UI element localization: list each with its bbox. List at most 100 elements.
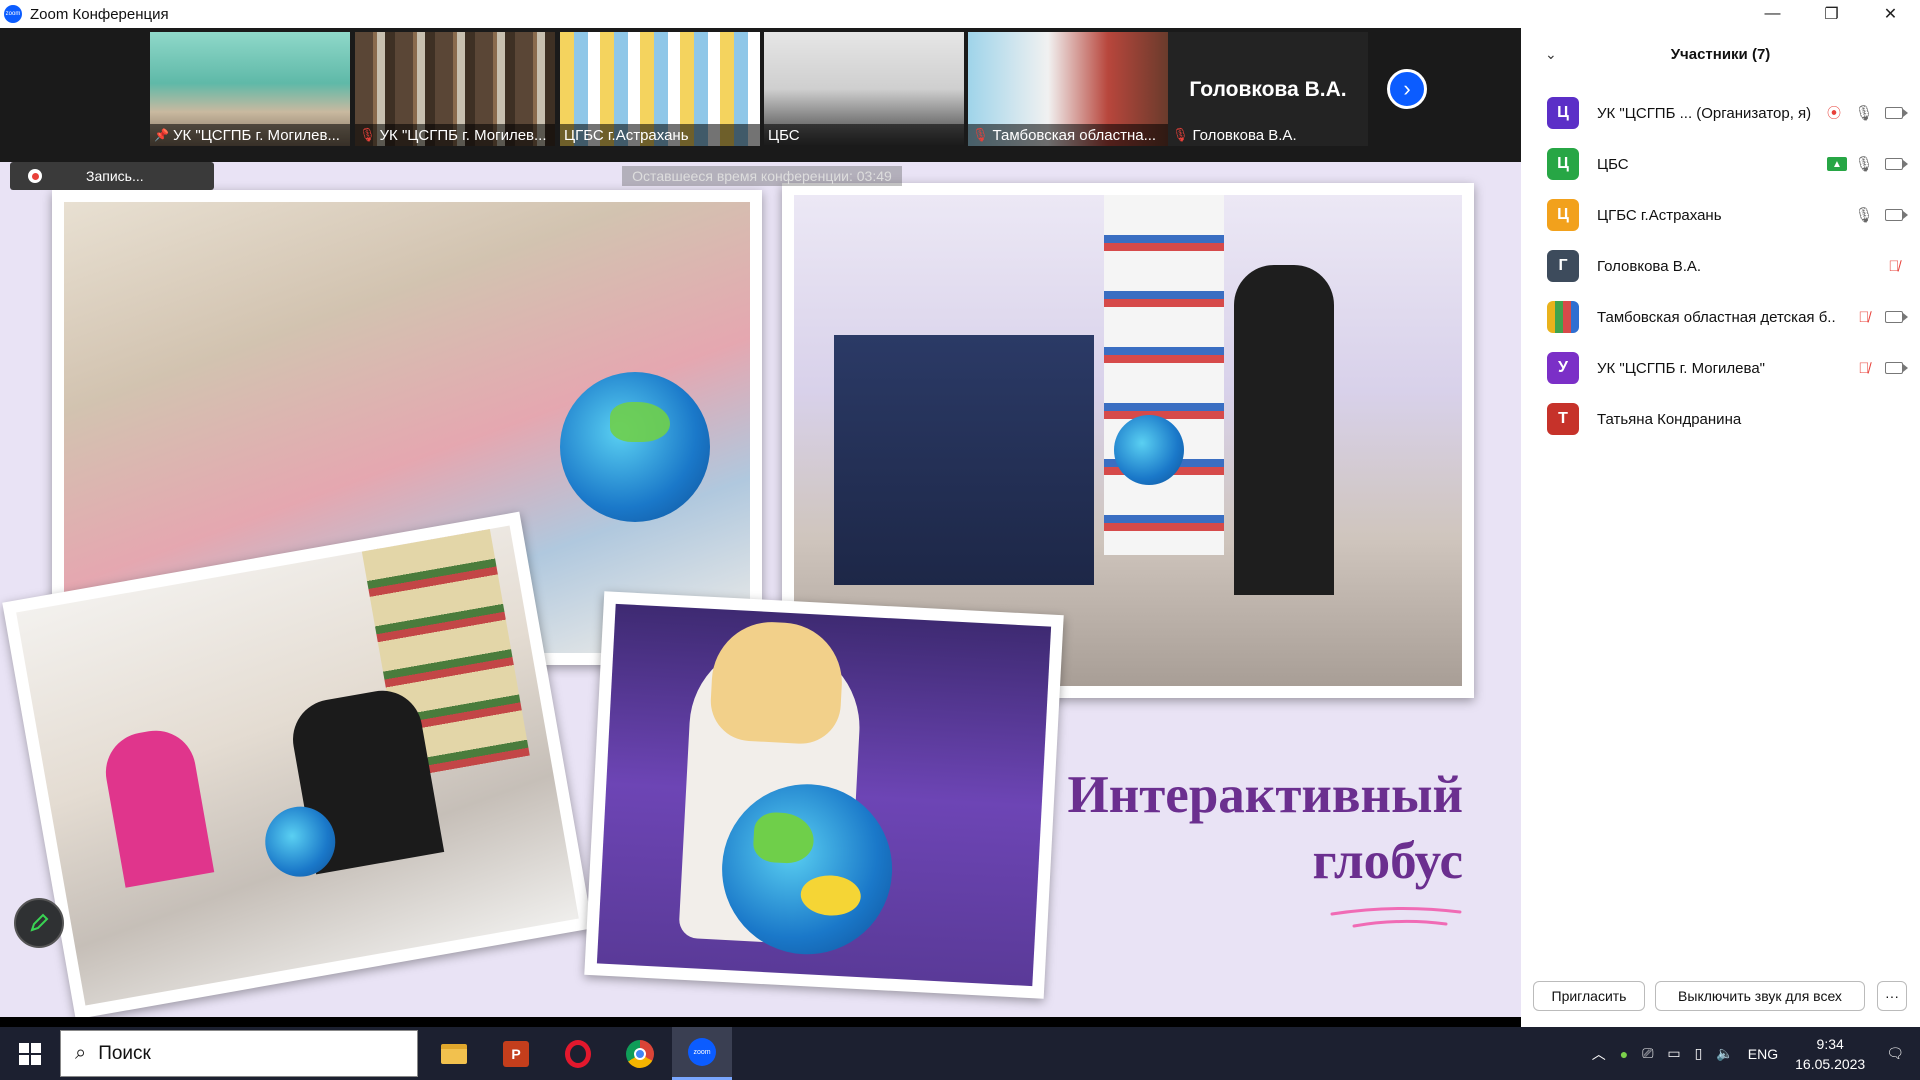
- chevron-right-icon: ›: [1403, 76, 1411, 101]
- camera-icon[interactable]: [1881, 152, 1908, 176]
- avatar: Ц: [1547, 97, 1579, 129]
- slide-photo: [2, 511, 593, 1017]
- video-tile[interactable]: 🎙 УК "ЦСГПБ г. Могилев...: [355, 32, 555, 146]
- camera-icon[interactable]: [1881, 305, 1908, 329]
- clock[interactable]: 9:34 16.05.2023: [1795, 1034, 1865, 1074]
- participant-row[interactable]: Тамбовская областная детская б... 🎙̸: [1547, 297, 1908, 337]
- system-tray: ︿ ● ⎚ ▭ ▯ 🔈 ENG 9:34 16.05.2023 🗨: [1585, 1027, 1920, 1080]
- participant-name: УК "ЦСГПБ ... (Организатор, я): [1597, 104, 1812, 122]
- shared-screen-slide: Интерактивный глобус: [0, 162, 1521, 1017]
- mic-icon[interactable]: 🎙: [1851, 152, 1877, 176]
- mic-icon[interactable]: 🎙: [1851, 203, 1877, 227]
- windows-logo-icon: [19, 1042, 41, 1065]
- participant-row[interactable]: Т Татьяна Кондранина: [1547, 399, 1907, 439]
- language-indicator[interactable]: ENG: [1748, 1046, 1778, 1062]
- participant-name: Головкова В.А.: [1597, 257, 1702, 275]
- minimize-button[interactable]: —: [1743, 0, 1802, 28]
- invite-button[interactable]: Пригласить: [1533, 981, 1645, 1011]
- participant-row[interactable]: Г Головкова В.А. 🎙̸: [1547, 246, 1907, 286]
- antivirus-icon[interactable]: ●: [1620, 1046, 1628, 1062]
- restore-button[interactable]: ❐: [1802, 0, 1861, 28]
- camera-icon[interactable]: [1881, 203, 1908, 227]
- participant-row[interactable]: Ц ЦБС ▲ 🎙: [1547, 144, 1908, 184]
- participant-row[interactable]: У УК "ЦСГПБ г. Могилева" 🎙̸: [1547, 348, 1908, 388]
- recording-icon: ⦿: [1827, 105, 1841, 121]
- opera-browser-icon[interactable]: [548, 1027, 608, 1080]
- video-tile-label: ЦБС: [768, 126, 800, 144]
- more-options-button[interactable]: ···: [1877, 981, 1907, 1011]
- next-page-button[interactable]: ›: [1387, 69, 1427, 109]
- windows-taskbar: ⌕ Поиск P zoom ︿ ● ⎚ ▭ ▯ 🔈 ENG 9:34 16.0…: [0, 1027, 1920, 1080]
- meeting-time-remaining: Оставшееся время конференции: 03:49: [622, 166, 902, 186]
- avatar: У: [1547, 352, 1579, 384]
- recording-indicator[interactable]: Запись...: [10, 162, 214, 190]
- network-icon[interactable]: ▯: [1695, 1045, 1703, 1062]
- recording-label: Запись...: [86, 168, 144, 184]
- video-tile-label: УК "ЦСГПБ г. Могилев...: [172, 126, 340, 144]
- video-tile-label: ЦГБС г.Астрахань: [564, 126, 689, 144]
- battery-icon[interactable]: ▭: [1667, 1045, 1680, 1062]
- participant-name: ЦБС: [1597, 155, 1629, 173]
- window-title: Zoom Конференция: [30, 5, 169, 23]
- avatar: Ц: [1547, 199, 1579, 231]
- video-tile[interactable]: ЦГБС г.Астрахань: [560, 32, 760, 146]
- start-button[interactable]: [0, 1027, 60, 1080]
- video-tile[interactable]: ЦБС: [764, 32, 964, 146]
- avatar: Г: [1547, 250, 1579, 282]
- video-tile[interactable]: 📌 УК "ЦСГПБ г. Могилев...: [150, 32, 350, 146]
- zoom-taskbar-icon[interactable]: zoom: [672, 1027, 732, 1080]
- mic-icon[interactable]: 🎙: [1851, 101, 1877, 125]
- video-tile-no-video[interactable]: Головкова В.А. 🎙 Головкова В.А.: [1168, 32, 1368, 146]
- participant-name-large: Головкова В.А.: [1189, 78, 1347, 101]
- participants-header: Участники (7): [1670, 46, 1771, 63]
- close-button[interactable]: ✕: [1861, 0, 1920, 28]
- powerpoint-icon[interactable]: P: [486, 1027, 546, 1080]
- screen-share-icon: ▲: [1827, 157, 1847, 171]
- participants-panel: ⌄ Участники (7) Ц УК "ЦСГПБ ... (Организ…: [1521, 28, 1920, 1027]
- file-explorer-icon[interactable]: [424, 1027, 484, 1080]
- window-titlebar: zoom Zoom Конференция — ❐ ✕: [0, 0, 1920, 28]
- mic-muted-icon[interactable]: 🎙̸: [1851, 356, 1877, 380]
- video-tile-label: Головкова В.А.: [1192, 126, 1297, 144]
- mic-muted-icon[interactable]: 🎙̸: [1881, 254, 1907, 278]
- slide-bottom-band: [0, 1017, 1521, 1027]
- camera-icon[interactable]: [1881, 101, 1908, 125]
- avatar: [1547, 301, 1579, 333]
- pencil-icon: [30, 913, 49, 932]
- search-placeholder: Поиск: [98, 1042, 151, 1064]
- pin-icon: 📌: [154, 128, 169, 142]
- mic-muted-icon: 🎙: [1172, 127, 1189, 142]
- clock-date: 16.05.2023: [1795, 1055, 1866, 1072]
- taskbar-search[interactable]: ⌕ Поиск: [60, 1030, 418, 1077]
- slide-title-line1: Интерактивный: [1067, 766, 1463, 824]
- participant-name: Татьяна Кондранина: [1597, 410, 1742, 428]
- volume-icon[interactable]: 🔈: [1716, 1045, 1733, 1062]
- annotate-button[interactable]: [14, 898, 64, 948]
- mic-muted-icon: 🎙: [359, 127, 376, 142]
- chrome-browser-icon[interactable]: [610, 1027, 670, 1080]
- participant-row[interactable]: Ц УК "ЦСГПБ ... (Организатор, я) ⦿ 🎙: [1547, 93, 1908, 133]
- record-icon: [28, 169, 42, 183]
- decorative-underline: [1330, 906, 1462, 928]
- participant-name: Тамбовская областная детская б...: [1597, 308, 1837, 326]
- mic-muted-icon[interactable]: 🎙̸: [1851, 305, 1877, 329]
- mute-all-button[interactable]: Выключить звук для всех: [1655, 981, 1865, 1011]
- camera-icon[interactable]: [1881, 356, 1908, 380]
- clock-time: 9:34: [1816, 1035, 1844, 1052]
- participant-name: ЦГБС г.Астрахань: [1597, 206, 1722, 224]
- meet-now-icon[interactable]: ⎚: [1642, 1045, 1653, 1062]
- slide-photo: [584, 591, 1064, 999]
- slide-title: Интерактивный глобус: [1068, 762, 1463, 894]
- search-icon: ⌕: [75, 1042, 87, 1064]
- video-tile-label: УК "ЦСГПБ г. Могилев...: [379, 126, 547, 144]
- slide-title-line2: глобус: [1312, 832, 1464, 890]
- chevron-up-icon[interactable]: ︿: [1592, 1044, 1606, 1064]
- participant-name: УК "ЦСГПБ г. Могилева": [1597, 359, 1765, 377]
- video-tile[interactable]: 🎙 Тамбовская областна...: [968, 32, 1168, 146]
- avatar: Т: [1547, 403, 1579, 435]
- notifications-icon[interactable]: 🗨: [1886, 1045, 1904, 1062]
- participant-row[interactable]: Ц ЦГБС г.Астрахань 🎙: [1547, 195, 1908, 235]
- video-strip: 📌 УК "ЦСГПБ г. Могилев... 🎙 УК "ЦСГПБ г. М…: [0, 28, 1521, 162]
- avatar: Ц: [1547, 148, 1579, 180]
- video-tile-label: Тамбовская областна...: [992, 126, 1157, 144]
